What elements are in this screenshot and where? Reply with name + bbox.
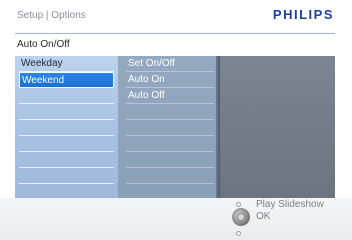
menu-empty-row bbox=[19, 152, 114, 168]
menu-item-label: Weekday bbox=[21, 58, 63, 69]
submenu-item-label: Set On/Off bbox=[128, 58, 176, 69]
nav-up-icon[interactable] bbox=[236, 202, 241, 207]
submenu-item-label: Auto On bbox=[128, 74, 165, 85]
menu-empty-row bbox=[19, 88, 114, 104]
submenu-empty-row bbox=[126, 120, 214, 136]
submenu-empty-row bbox=[126, 136, 214, 152]
submenu-item-label: Auto Off bbox=[128, 90, 165, 101]
menu-empty-row bbox=[19, 120, 114, 136]
menu-column-1: Weekday Weekend bbox=[15, 56, 118, 198]
menu-empty-row bbox=[19, 136, 114, 152]
menu-panel: Weekday Weekend Set On/Off Auto On Auto … bbox=[15, 56, 335, 198]
menu-item-weekend[interactable]: Weekend bbox=[19, 72, 114, 88]
submenu-item-set-on-off[interactable]: Set On/Off bbox=[126, 56, 214, 72]
ok-label: OK bbox=[256, 211, 271, 222]
submenu-item-auto-on[interactable]: Auto On bbox=[126, 72, 214, 88]
header-divider bbox=[15, 33, 335, 34]
submenu-item-auto-off[interactable]: Auto Off bbox=[126, 88, 214, 104]
menu-item-weekday[interactable]: Weekday bbox=[19, 56, 114, 72]
nav-down-icon[interactable] bbox=[236, 231, 241, 236]
footer-controls: Play Slideshow OK bbox=[0, 198, 352, 240]
brand-logo: PHILIPS bbox=[272, 7, 334, 22]
play-slideshow-label: Play Slideshow bbox=[256, 199, 324, 210]
ok-button-icon[interactable] bbox=[232, 208, 250, 226]
page-title: Auto On/Off bbox=[17, 39, 70, 50]
preview-pane bbox=[220, 56, 335, 198]
submenu-empty-row bbox=[126, 152, 214, 168]
menu-column-2: Set On/Off Auto On Auto Off bbox=[118, 56, 218, 198]
menu-empty-row bbox=[19, 104, 114, 120]
menu-empty-row bbox=[19, 168, 114, 184]
submenu-empty-row bbox=[126, 168, 214, 184]
menu-item-label: Weekend bbox=[22, 75, 65, 86]
submenu-empty-row bbox=[126, 104, 214, 120]
header: Setup | Options PHILIPS bbox=[0, 0, 352, 40]
breadcrumb: Setup | Options bbox=[17, 10, 86, 21]
subtitle-bar: Auto On/Off bbox=[0, 36, 352, 54]
